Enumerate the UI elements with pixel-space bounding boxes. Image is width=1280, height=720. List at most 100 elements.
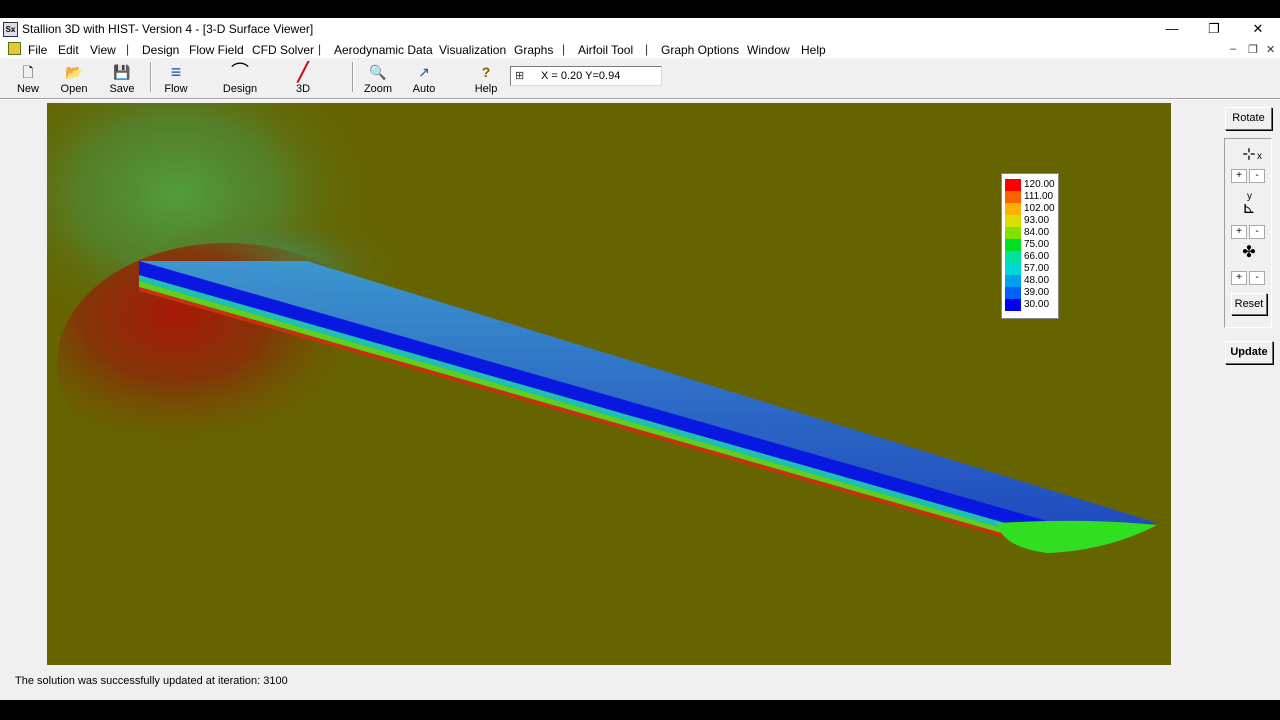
legend-row: 57.00 (1005, 263, 1057, 275)
menu-visualization[interactable]: Visualization (439, 43, 506, 57)
toolbar-separator (352, 62, 354, 92)
legend-value: 30.00 (1024, 299, 1050, 310)
menu-edit[interactable]: Edit (58, 43, 79, 57)
menu-file[interactable]: File (28, 43, 47, 57)
menu-graph-options[interactable]: Graph Options (661, 43, 739, 57)
legend-swatch (1005, 227, 1021, 239)
legend-row: 75.00 (1005, 239, 1057, 251)
z-rotate-plus-button[interactable]: + (1231, 271, 1247, 285)
title-bar: Sx Stallion 3D with HIST- Version 4 - [3… (0, 18, 1280, 40)
legend-swatch (1005, 251, 1021, 263)
legend-row: 39.00 (1005, 287, 1057, 299)
3d-label: 3D (295, 83, 311, 95)
x-rotate-minus-button[interactable]: - (1249, 169, 1265, 183)
mdi-restore-button[interactable]: ❐ (1248, 43, 1258, 56)
auto-button[interactable]: ↗ Auto (402, 64, 446, 98)
legend-value: 39.00 (1024, 287, 1050, 298)
legend-swatch (1005, 179, 1021, 191)
y-rotate-plus-button[interactable]: + (1231, 225, 1247, 239)
toolbar: 🗋 New 📂 Open 💾 Save ≡ Flow ⌒ Design ╱ 3D… (0, 58, 1280, 99)
legend-swatch (1005, 263, 1021, 275)
legend-swatch (1005, 203, 1021, 215)
legend-row: 66.00 (1005, 251, 1057, 263)
legend-row: 48.00 (1005, 275, 1057, 287)
legend-value: 102.00 (1024, 203, 1055, 214)
z-rotate-minus-button[interactable]: - (1249, 271, 1265, 285)
menu-airfoil-tool[interactable]: Airfoil Tool (578, 43, 633, 57)
auto-icon: ↗ (418, 64, 430, 80)
design-icon: ⌒ (231, 62, 249, 82)
legend-value: 75.00 (1024, 239, 1050, 250)
menu-separator: | (562, 42, 566, 56)
save-button[interactable]: 💾 Save (100, 64, 144, 98)
legend-row: 111.00 (1005, 191, 1057, 203)
new-button[interactable]: 🗋 New (6, 64, 50, 98)
restore-button[interactable]: ❐ (1192, 18, 1236, 40)
x-axis-label: x (1257, 151, 1262, 162)
app-icon[interactable]: Sx (3, 22, 18, 37)
menu-graphs[interactable]: Graphs (514, 43, 553, 57)
menu-separator: | (126, 42, 130, 56)
mdi-minimize-button[interactable]: – (1230, 43, 1236, 55)
legend-value: 120.00 (1024, 179, 1055, 190)
legend-value: 48.00 (1024, 275, 1050, 286)
z-axis-icon: ✤ (1242, 244, 1256, 261)
new-label: New (16, 83, 39, 95)
save-icon: 💾 (113, 64, 131, 80)
flow-icon: ≡ (170, 62, 182, 82)
menu-cfd-solver[interactable]: CFD Solver (252, 43, 314, 57)
y-rotate-minus-button[interactable]: - (1249, 225, 1265, 239)
legend-swatch (1005, 287, 1021, 299)
reset-button[interactable]: Reset (1231, 293, 1267, 315)
application-window: Sx Stallion 3D with HIST- Version 4 - [3… (0, 18, 1280, 700)
surface-viewer[interactable]: 120.00 111.00 102.00 93.00 84.00 75.00 6… (47, 103, 1171, 665)
menu-bar: File Edit View | Design Flow Field CFD S… (0, 40, 1280, 58)
mdi-window-icon[interactable] (8, 42, 21, 55)
y-axis-icon: ⊾ (1242, 200, 1256, 217)
coordinate-text: X = 0.20 Y=0.94 (541, 70, 621, 82)
legend-value: 111.00 (1024, 191, 1054, 202)
open-label: Open (60, 83, 88, 95)
legend-row: 84.00 (1005, 227, 1057, 239)
x-rotate-plus-button[interactable]: + (1231, 169, 1247, 183)
design-button[interactable]: ⌒ Design (218, 62, 262, 98)
legend-swatch (1005, 299, 1021, 311)
help-button[interactable]: ? Help (464, 64, 508, 98)
legend-row: 120.00 (1005, 179, 1057, 191)
mdi-close-button[interactable]: ✕ (1266, 43, 1275, 56)
flow-label: Flow (164, 83, 188, 95)
close-button[interactable]: ✕ (1236, 18, 1280, 40)
update-button[interactable]: Update (1225, 341, 1273, 364)
menu-separator: | (318, 42, 322, 56)
legend-row: 30.00 (1005, 299, 1057, 311)
color-legend: 120.00 111.00 102.00 93.00 84.00 75.00 6… (1001, 173, 1059, 319)
menu-aerodynamic-data[interactable]: Aerodynamic Data (334, 43, 433, 57)
legend-row: 93.00 (1005, 215, 1057, 227)
open-button[interactable]: 📂 Open (52, 64, 96, 98)
3d-icon: ╱ (297, 62, 309, 82)
legend-value: 93.00 (1024, 215, 1050, 226)
legend-swatch (1005, 215, 1021, 227)
open-icon: 📂 (65, 64, 83, 80)
menu-design[interactable]: Design (142, 43, 179, 57)
zoom-icon: 🔍 (369, 64, 387, 80)
legend-value: 57.00 (1024, 263, 1050, 274)
status-text: The solution was successfully updated at… (15, 675, 288, 687)
flow-button[interactable]: ≡ Flow (154, 62, 198, 98)
minimize-button[interactable]: — (1150, 18, 1194, 40)
menu-window[interactable]: Window (747, 43, 790, 57)
menu-view[interactable]: View (90, 43, 116, 57)
legend-swatch (1005, 191, 1021, 203)
status-bar: The solution was successfully updated at… (0, 666, 1280, 700)
axis-control-panel: ⊹ x + - y ⊾ + - ✤ + - Reset (1224, 138, 1272, 328)
3d-button[interactable]: ╱ 3D (281, 62, 325, 98)
legend-swatch (1005, 275, 1021, 287)
rotate-button[interactable]: Rotate (1225, 107, 1272, 130)
crosshair-icon: ⊞ (515, 70, 525, 82)
zoom-button[interactable]: 🔍 Zoom (356, 64, 400, 98)
menu-help[interactable]: Help (801, 43, 826, 57)
legend-value: 66.00 (1024, 251, 1050, 262)
menu-flow-field[interactable]: Flow Field (189, 43, 244, 57)
new-icon: 🗋 (22, 64, 34, 80)
help-icon: ? (481, 64, 491, 80)
